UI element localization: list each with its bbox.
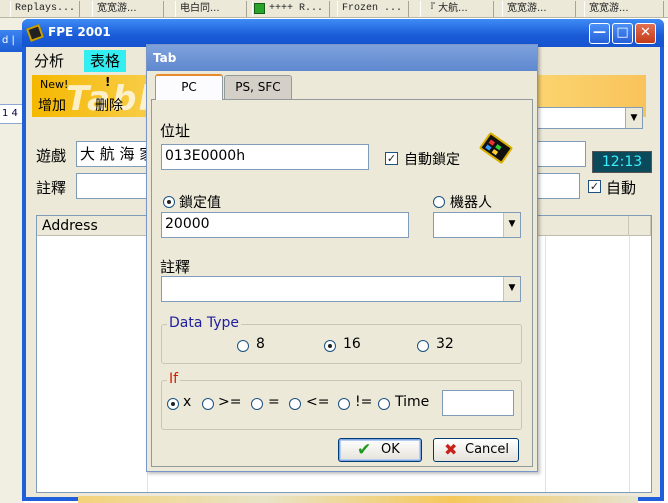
app-icon [254,3,265,14]
robot-label: 機器人 [450,195,492,211]
taskbar-item-5[interactable]: Frozen ... [337,1,409,17]
if-title: If [167,371,181,387]
column-divider [629,236,630,492]
main-titlebar: FPE 2001 — □ ✕ [22,19,664,47]
if-neq-label: != [355,394,373,410]
address-field[interactable]: 013E0000h [161,144,369,170]
if-x-label: x [183,394,192,410]
if-lte-radio[interactable] [289,398,301,410]
tab-analysis[interactable]: 分析 [28,50,71,72]
minimize-button[interactable]: — [589,23,610,44]
data-type-16-radio[interactable] [324,340,336,352]
note-label: 註釋 [36,179,67,197]
column-blank-2[interactable] [629,216,651,236]
dialog-titlebar: Tab [147,45,537,71]
robot-radio[interactable] [433,196,445,208]
taskbar-item-2[interactable]: 宽宽游... [92,1,164,17]
taskbar-item-7[interactable]: 宽宽游... [502,1,576,17]
if-eq-label: = [268,394,280,410]
game-field[interactable]: 大 航 海 家 [76,141,148,167]
tab-table[interactable]: 表格 [84,50,127,72]
info-icon: ! [105,75,111,89]
if-time-label: Time [395,394,430,410]
if-eq-radio[interactable] [251,398,263,410]
clock-display: 12:13 [592,151,652,173]
game-label: 遊戲 [36,147,67,165]
status-strip [78,496,638,503]
tab-dialog: Tab 位址 013E0000h ✓ 自動鎖定 鎖定值 20000 機器人 ▼ … [146,44,538,472]
robot-select[interactable]: ▼ [433,212,521,238]
data-type-8-label: 8 [256,336,265,352]
chevron-down-icon[interactable]: ▼ [625,108,642,128]
note-select[interactable]: ▼ [161,276,521,302]
if-neq-radio[interactable] [338,398,350,410]
if-lte-label: <= [306,394,330,410]
data-type-16-label: 16 [343,336,361,352]
background-window-row: 1 4 [0,104,24,124]
tab-ps-sfc[interactable]: PS, SFC [224,75,292,99]
background-window [0,18,24,503]
auto-lock-label: 自動鎖定 [404,152,460,168]
maximize-button[interactable]: □ [612,23,633,44]
game-field-tail[interactable] [536,141,586,167]
new-label: New! [40,78,69,91]
chevron-down-icon[interactable]: ▼ [503,277,520,301]
dialog-title: Tab [153,51,177,65]
ok-button[interactable]: ✔ OK [338,438,422,462]
time-field[interactable] [442,390,514,416]
chip-icon [478,131,514,165]
if-time-radio[interactable] [378,398,390,410]
column-address[interactable]: Address [37,216,147,236]
data-type-title: Data Type [167,315,242,331]
auto-checkbox[interactable]: ✓ [588,180,601,193]
tab-pc[interactable]: PC [155,74,223,100]
data-type-32-radio[interactable] [417,340,429,352]
taskbar-item-6[interactable]: 『 大航... [420,1,494,17]
lock-value-radio[interactable] [163,196,175,208]
background-window-text: d | [2,35,15,46]
taskbar-item-3[interactable]: 电白同... [175,1,247,17]
chip-icon [26,24,44,42]
checkmark-icon: ✔ [357,440,372,460]
auto-label: 自動 [606,179,637,197]
note-field[interactable] [76,173,148,199]
banner-select[interactable]: ▼ [536,107,643,129]
note-field-tail[interactable] [536,173,580,199]
taskbar-item-8[interactable]: 宽宽游... [584,1,664,17]
column-blank-1[interactable] [545,216,629,236]
taskbar-item-replays[interactable]: Replays... [10,1,80,17]
ok-label: OK [381,442,400,457]
delete-button[interactable]: 删除 [95,95,123,115]
lock-value-field[interactable]: 20000 [161,212,409,238]
note-label: 註釋 [160,258,191,276]
main-window-title: FPE 2001 [48,25,111,39]
cancel-button[interactable]: ✖ Cancel [433,438,519,462]
if-gte-radio[interactable] [202,398,214,410]
auto-lock-checkbox[interactable]: ✓ [385,152,398,165]
add-button[interactable]: 增加 [38,95,66,115]
column-divider [545,236,546,492]
data-type-32-label: 32 [436,336,454,352]
lock-value-label: 鎖定值 [179,195,221,211]
cross-icon: ✖ [444,440,458,459]
address-label: 位址 [160,122,191,140]
dialog-panel: 位址 013E0000h ✓ 自動鎖定 鎖定值 20000 機器人 ▼ 註釋 ▼… [151,99,533,467]
if-x-radio[interactable] [167,398,179,410]
data-type-8-radio[interactable] [237,340,249,352]
if-gte-label: >= [218,394,242,410]
cancel-label: Cancel [465,442,510,457]
close-button[interactable]: ✕ [635,23,656,44]
chevron-down-icon[interactable]: ▼ [503,213,520,237]
taskbar: Replays... 宽宽游... 电白同... ++++ R... Froze… [0,0,668,18]
